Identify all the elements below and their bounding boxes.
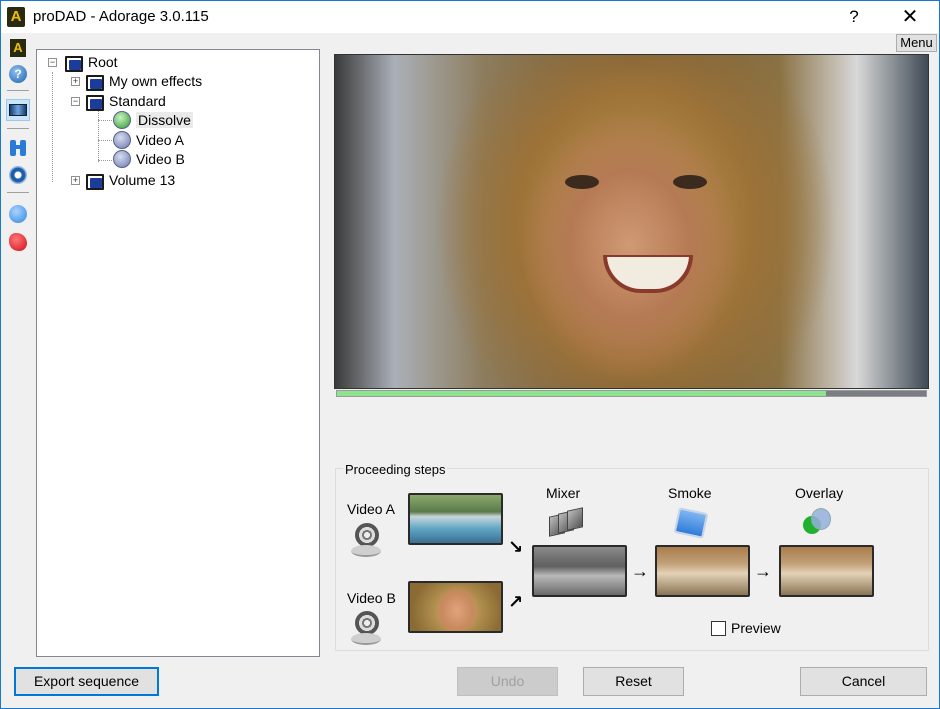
- video-b-label: Video B: [347, 590, 396, 606]
- expand-icon[interactable]: +: [71, 175, 80, 185]
- film-reel-icon: [351, 611, 381, 645]
- settings-tool-button[interactable]: [6, 164, 30, 186]
- preview-image-detail: [565, 175, 599, 189]
- video-a-label: Video A: [347, 501, 396, 517]
- binoculars-icon: [9, 139, 27, 157]
- arrow-right-icon: →: [754, 561, 772, 581]
- tree-node-label: Volume 13: [109, 172, 176, 188]
- tree-line: [98, 120, 112, 121]
- smoke-label: Smoke: [668, 485, 712, 501]
- export-sequence-button[interactable]: Export sequence: [14, 667, 159, 696]
- tree-node-label: Root: [88, 54, 118, 70]
- arrow-down-right-icon: ↘: [508, 537, 524, 557]
- preview-image-detail: [603, 255, 693, 293]
- tree-node-label: Video A: [136, 132, 185, 148]
- progress-fill: [337, 391, 826, 396]
- tree-node-dissolve[interactable]: Dissolve: [113, 111, 193, 129]
- tree-node-root[interactable]: − Root: [48, 53, 118, 72]
- proceeding-steps-title: Proceeding steps: [343, 462, 448, 477]
- folder-icon: [84, 73, 104, 91]
- menu-button[interactable]: Menu: [896, 34, 937, 52]
- arrow-up-right-icon: ↗: [508, 592, 524, 612]
- effect-icon: [113, 150, 131, 168]
- window-title: proDAD - Adorage 3.0.115: [33, 8, 209, 25]
- mixer-thumbnail[interactable]: [532, 545, 627, 597]
- preview-monitor-icon: [9, 104, 27, 116]
- tree-node-label: My own effects: [109, 73, 203, 89]
- tree-node-video-b[interactable]: Video B: [113, 150, 185, 168]
- tree-node-my-own-effects[interactable]: + My own effects: [71, 72, 203, 91]
- toolbar-separator: [7, 128, 29, 129]
- collapse-icon[interactable]: −: [71, 96, 80, 106]
- delete-tool-button[interactable]: [6, 231, 30, 253]
- tree-line: [52, 72, 53, 182]
- video-b-thumbnail[interactable]: [408, 581, 503, 633]
- expand-icon[interactable]: +: [71, 76, 80, 86]
- video-preview: [334, 54, 929, 389]
- tree-node-volume-13[interactable]: + Volume 13: [71, 171, 176, 190]
- mixer-label: Mixer: [546, 485, 581, 501]
- tree-node-label: Dissolve: [136, 112, 193, 128]
- search-tool-button[interactable]: [6, 137, 30, 159]
- reset-button[interactable]: Reset: [583, 667, 684, 696]
- tree-line: [98, 160, 112, 161]
- app-window: A proDAD - Adorage 3.0.115 ? ✕ A ? − Roo…: [0, 0, 940, 709]
- help-button[interactable]: ?: [831, 1, 877, 33]
- overlay-label: Overlay: [795, 485, 844, 501]
- effect-active-icon: [113, 111, 131, 129]
- folder-icon: [84, 172, 104, 190]
- tree-node-standard[interactable]: − Standard: [71, 92, 166, 111]
- effect-icon: [113, 131, 131, 149]
- mixer-icon: [549, 507, 583, 537]
- video-a-thumbnail[interactable]: [408, 493, 503, 545]
- effects-tree[interactable]: − Root + My own effects − Standard Disso…: [36, 49, 320, 657]
- title-bar: A proDAD - Adorage 3.0.115 ? ✕: [1, 1, 939, 33]
- cancel-button[interactable]: Cancel: [800, 667, 927, 696]
- overlay-thumbnail[interactable]: [779, 545, 874, 597]
- toolbar-separator: [7, 90, 29, 91]
- preview-tool-button[interactable]: [6, 99, 30, 121]
- collapse-icon[interactable]: −: [48, 57, 57, 67]
- tree-node-label: Standard: [109, 93, 166, 109]
- overlay-icon: [803, 508, 833, 536]
- delete-icon: [9, 233, 27, 251]
- smoke-thumbnail[interactable]: [655, 545, 750, 597]
- gear-icon: [9, 166, 27, 184]
- web-tool-button[interactable]: [6, 203, 30, 225]
- close-button[interactable]: ✕: [887, 1, 933, 33]
- tree-line: [98, 140, 112, 141]
- preview-checkbox[interactable]: [711, 621, 726, 636]
- adorage-logo-button[interactable]: A: [6, 37, 30, 59]
- playback-progress-bar[interactable]: [336, 390, 927, 397]
- toolbar-separator: [7, 192, 29, 193]
- film-reel-icon: [351, 523, 381, 557]
- globe-icon: [9, 205, 27, 223]
- preview-image-detail: [673, 175, 707, 189]
- folder-icon: [63, 54, 83, 72]
- adorage-app-icon: A: [7, 7, 25, 27]
- tree-node-label: Video B: [136, 151, 185, 167]
- arrow-right-icon: →: [631, 561, 649, 581]
- tree-line: [98, 110, 99, 162]
- undo-button[interactable]: Undo: [457, 667, 558, 696]
- help-icon: ?: [9, 65, 27, 83]
- preview-checkbox-label[interactable]: Preview: [731, 620, 781, 636]
- help-tool-button[interactable]: ?: [6, 63, 30, 85]
- adorage-logo-icon: A: [10, 39, 26, 57]
- tree-node-video-a[interactable]: Video A: [113, 131, 184, 149]
- folder-icon: [84, 93, 104, 111]
